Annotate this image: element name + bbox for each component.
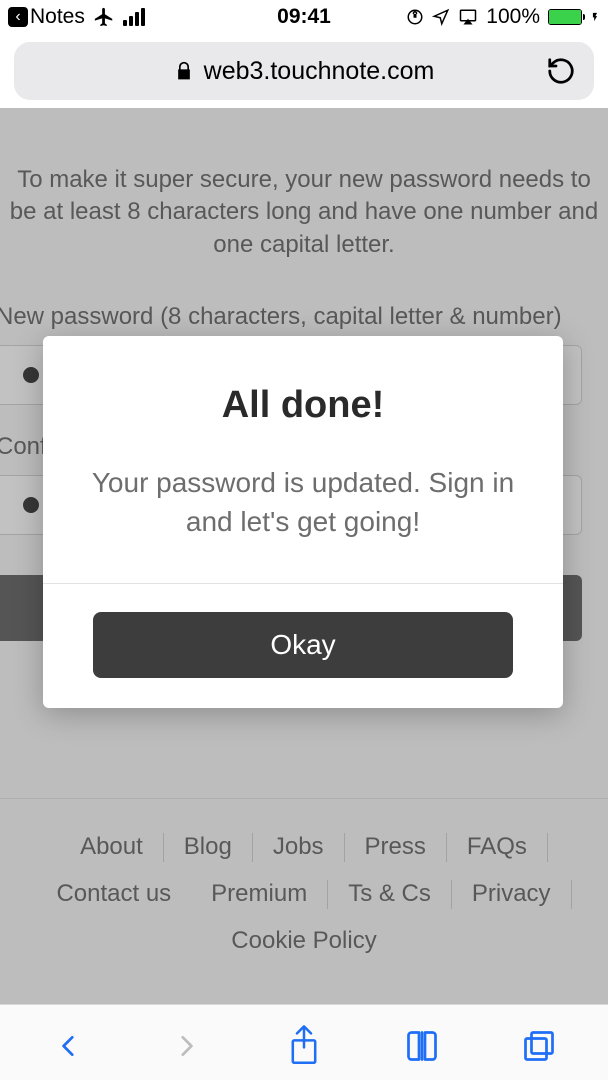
airplay-icon [458, 8, 478, 26]
browser-toolbar [0, 1004, 608, 1080]
okay-button[interactable]: Okay [93, 612, 513, 678]
bookmarks-button[interactable] [400, 1024, 444, 1068]
page: To make it super secure, your new passwo… [0, 108, 608, 1004]
forward-button [164, 1024, 208, 1068]
signal-icon [123, 8, 145, 26]
back-app-label: Notes [30, 5, 85, 29]
reload-button[interactable] [546, 56, 576, 86]
confirmation-modal: All done! Your password is updated. Sign… [43, 336, 563, 708]
location-icon [432, 8, 450, 26]
lock-icon [174, 59, 194, 83]
address-bar[interactable]: web3.touchnote.com [14, 42, 594, 100]
orientation-lock-icon [406, 8, 424, 26]
url-host: web3.touchnote.com [204, 57, 435, 86]
airplane-mode-icon [93, 6, 115, 28]
battery-icon [548, 9, 582, 25]
back-to-app[interactable]: ‹ Notes [8, 5, 85, 29]
modal-message: Your password is updated. Sign in and le… [83, 463, 523, 541]
back-button[interactable] [47, 1024, 91, 1068]
chevron-left-icon: ‹ [8, 7, 28, 27]
status-bar: ‹ Notes 09:41 100% [0, 0, 608, 34]
share-button[interactable] [282, 1024, 326, 1068]
browser-address-wrap: web3.touchnote.com [0, 34, 608, 108]
modal-title: All done! [83, 384, 523, 427]
battery-percent: 100% [486, 5, 540, 29]
charging-icon [590, 8, 600, 26]
status-time: 09:41 [277, 5, 331, 29]
tabs-button[interactable] [517, 1024, 561, 1068]
